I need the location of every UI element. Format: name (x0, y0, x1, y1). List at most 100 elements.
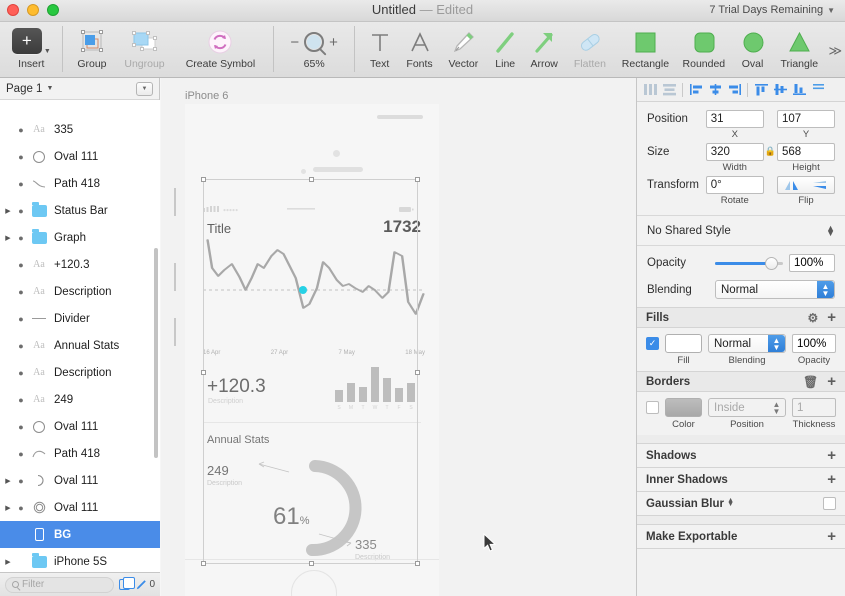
list-item[interactable]: ● Aa 249 (0, 386, 160, 413)
visibility-dot-icon[interactable]: ● (14, 125, 28, 135)
visibility-dot-icon[interactable]: ● (14, 287, 28, 297)
page-selector-row[interactable]: Page 1 ▼ ▼ (0, 78, 159, 100)
add-export-button[interactable]: + (827, 531, 836, 543)
distribute-vertically-icon[interactable] (661, 82, 677, 98)
list-item[interactable]: ● Divider (0, 305, 160, 332)
border-position-select[interactable]: Inside ▲▼ (708, 398, 786, 417)
zoom-out-button[interactable]: − (290, 34, 299, 51)
gaussian-blur-section-header[interactable]: Gaussian Blur ▲▼ (637, 492, 845, 516)
resize-handle-e[interactable] (415, 370, 420, 375)
trash-icon[interactable]: 🗑 (803, 375, 818, 389)
page-selector[interactable]: Page 1 ▼ (6, 83, 53, 95)
sidebar-item-bg[interactable]: BG (0, 521, 160, 548)
create-symbol-button[interactable]: Create Symbol (173, 26, 268, 76)
add-fill-button[interactable]: + (827, 312, 836, 324)
visibility-dot-icon[interactable]: ● (14, 233, 28, 243)
vector-tool-button[interactable]: Vector (440, 26, 487, 76)
fill-opacity-input[interactable]: 100% (792, 334, 836, 353)
add-inner-shadow-button[interactable]: + (827, 474, 836, 486)
border-enabled-checkbox[interactable] (646, 401, 659, 414)
visibility-dot-icon[interactable]: ● (14, 449, 28, 459)
list-item[interactable]: ● Path 418 (0, 440, 160, 467)
trial-status[interactable]: 7 Trial Days Remaining ▼ (709, 4, 835, 16)
list-item[interactable]: ● Oval 111 (0, 413, 160, 440)
group-button[interactable]: Group (68, 26, 117, 76)
list-item[interactable]: ▶ ● Oval 111 (0, 467, 160, 494)
disclosure-triangle-icon[interactable]: ▶ (2, 477, 14, 485)
flip-vertical-icon[interactable] (811, 180, 829, 191)
blending-select[interactable]: Normal ▲▼ (715, 280, 835, 299)
align-top-icon[interactable] (753, 82, 769, 98)
align-middle-vertical-icon[interactable] (772, 82, 788, 98)
align-center-horizontal-icon[interactable] (707, 82, 723, 98)
resize-handle-se[interactable] (415, 561, 420, 566)
align-bottom-icon[interactable] (791, 82, 807, 98)
list-item[interactable]: ● Aa Description (0, 278, 160, 305)
oval-tool-button[interactable]: Oval (732, 26, 773, 76)
stepper-icon[interactable]: ▲▼ (826, 226, 835, 236)
rotate-input[interactable]: 0° (706, 176, 764, 194)
resize-handle-s[interactable] (309, 561, 314, 566)
list-item[interactable]: ● Oval 111 (0, 143, 160, 170)
visibility-dot-icon[interactable]: ● (14, 476, 28, 486)
height-input[interactable]: 568 (777, 143, 835, 161)
add-shadow-button[interactable]: + (827, 450, 836, 462)
artboard-name-label[interactable]: iPhone 6 (185, 90, 228, 102)
disclosure-triangle-icon[interactable]: ▶ (2, 558, 14, 566)
visibility-dot-icon[interactable]: ● (14, 422, 28, 432)
zoom-in-button[interactable]: + (329, 34, 338, 51)
align-left-icon[interactable] (688, 82, 704, 98)
blur-enabled-checkbox[interactable] (823, 497, 836, 510)
align-right-icon[interactable] (726, 82, 742, 98)
flip-buttons[interactable] (777, 176, 835, 194)
visibility-dot-icon[interactable]: ● (14, 314, 28, 324)
list-item[interactable]: ● Aa Annual Stats (0, 332, 160, 359)
list-item[interactable]: ● Aa Description (0, 359, 160, 386)
search-input[interactable]: Filter (5, 577, 114, 593)
page-options-button[interactable]: ▼ (136, 82, 153, 96)
fill-color-swatch[interactable] (665, 334, 702, 353)
list-item[interactable]: ▶ ● Oval 111 (0, 494, 160, 521)
layer-list-scrollbar[interactable] (154, 248, 158, 458)
disclosure-triangle-icon[interactable]: ▶ (2, 504, 14, 512)
add-border-button[interactable]: + (827, 376, 836, 388)
pencil-count-button[interactable]: 0 (135, 579, 155, 591)
fonts-tool-button[interactable]: Fonts (399, 26, 440, 76)
visibility-dot-icon[interactable]: ● (14, 503, 28, 513)
duplicate-button[interactable] (119, 579, 130, 590)
visibility-dot-icon[interactable]: ● (14, 341, 28, 351)
make-exportable-section-header[interactable]: Make Exportable + (637, 525, 845, 549)
visibility-dot-icon[interactable]: ● (14, 179, 28, 189)
border-thickness-input[interactable]: 1 (792, 398, 836, 417)
resize-handle-n[interactable] (309, 177, 314, 182)
triangle-tool-button[interactable]: Triangle (773, 26, 826, 76)
disclosure-triangle-icon[interactable]: ▶ (2, 234, 14, 242)
position-y-input[interactable]: 107 (777, 110, 835, 128)
fill-blending-select[interactable]: Normal ▲▼ (708, 334, 786, 353)
flip-horizontal-icon[interactable] (783, 180, 801, 191)
list-item[interactable]: ▶ iPhone 5S (0, 548, 160, 572)
inner-shadows-section-header[interactable]: Inner Shadows + (637, 468, 845, 492)
list-item[interactable]: ● Aa 335 (0, 116, 160, 143)
list-item[interactable]: ● Aa +120.3 (0, 251, 160, 278)
width-input[interactable]: 320 (706, 143, 764, 161)
ungroup-button[interactable]: Ungroup (116, 26, 172, 76)
rounded-tool-button[interactable]: Rounded (676, 26, 732, 76)
visibility-dot-icon[interactable]: ● (14, 395, 28, 405)
shadows-section-header[interactable]: Shadows + (637, 444, 845, 468)
line-tool-button[interactable]: Line (487, 26, 524, 76)
opacity-slider[interactable] (715, 256, 783, 270)
fill-enabled-checkbox[interactable]: ✓ (646, 337, 659, 350)
list-item[interactable]: ▶ ● Graph (0, 224, 160, 251)
slider-knob[interactable] (765, 257, 778, 270)
gear-icon[interactable]: ⚙ (807, 311, 818, 325)
toolbar-overflow-button[interactable]: ≫ (826, 26, 845, 76)
arrow-tool-button[interactable]: Arrow (524, 26, 565, 76)
border-color-swatch[interactable] (665, 398, 702, 417)
align-more-icon[interactable] (810, 82, 826, 98)
shared-style-row[interactable]: No Shared Style ▲▼ (637, 216, 845, 246)
zoom-control[interactable]: − + 65% (279, 26, 349, 76)
resize-handle-sw[interactable] (201, 561, 206, 566)
visibility-dot-icon[interactable]: ● (14, 206, 28, 216)
position-x-input[interactable]: 31 (706, 110, 764, 128)
